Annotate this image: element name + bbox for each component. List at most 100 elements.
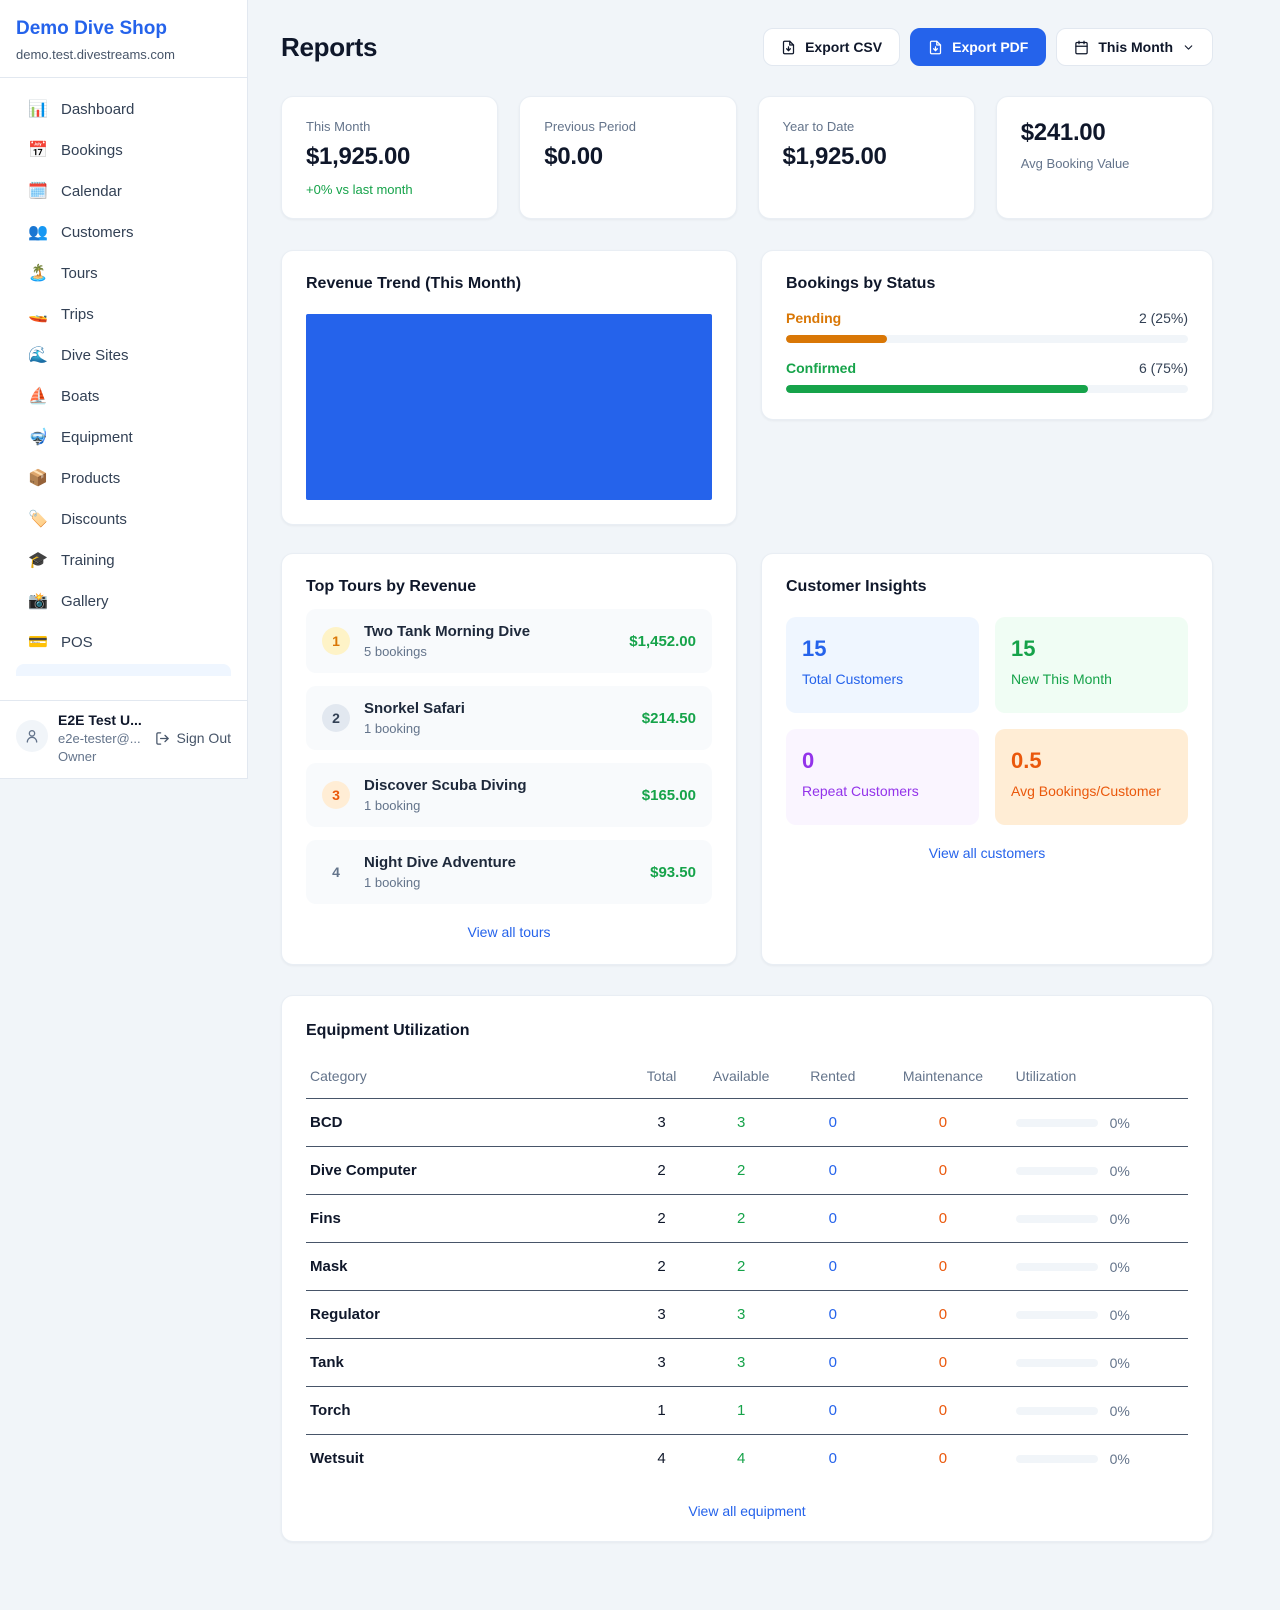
- insights-row: Top Tours by Revenue 1 Two Tank Morning …: [281, 553, 1213, 965]
- stat-label: Previous Period: [544, 119, 711, 134]
- export-pdf-button[interactable]: Export PDF: [910, 28, 1046, 66]
- cell-available: 2: [691, 1243, 792, 1291]
- stat-value: $1,925.00: [783, 143, 950, 171]
- cell-available: 3: [691, 1339, 792, 1387]
- cell-rented: 0: [791, 1387, 874, 1435]
- sidebar-nav: 📊 Dashboard 📅 Bookings 🗓️ Calendar 👥 Cus…: [0, 78, 247, 700]
- sidebar-item-discounts[interactable]: 🏷️ Discounts: [12, 500, 235, 538]
- utilization-track: [1016, 1407, 1098, 1415]
- graduation-cap-icon: 🎓: [28, 550, 48, 570]
- tour-bookings: 1 booking: [364, 798, 527, 813]
- tour-list-item: 2 Snorkel Safari 1 booking $214.50: [306, 686, 712, 750]
- cell-total: 1: [632, 1387, 691, 1435]
- sidebar-item-boats[interactable]: ⛵ Boats: [12, 377, 235, 415]
- sidebar-item-equipment[interactable]: 🤿 Equipment: [12, 418, 235, 456]
- cell-utilization: 0%: [1012, 1099, 1188, 1147]
- progress-track: [786, 385, 1188, 393]
- utilization-text: 0%: [1110, 1211, 1130, 1227]
- top-tours-title: Top Tours by Revenue: [306, 578, 712, 596]
- period-dropdown[interactable]: This Month: [1056, 28, 1213, 66]
- view-all-tours-link[interactable]: View all tours: [306, 924, 712, 940]
- tile-value: 15: [802, 636, 963, 662]
- cell-category: Wetsuit: [306, 1435, 632, 1483]
- sign-out-button[interactable]: Sign Out: [155, 730, 231, 746]
- sidebar-item-calendar[interactable]: 🗓️ Calendar: [12, 172, 235, 210]
- tour-bookings: 5 bookings: [364, 644, 530, 659]
- sidebar-item-dive-sites[interactable]: 🌊 Dive Sites: [12, 336, 235, 374]
- cell-total: 3: [632, 1339, 691, 1387]
- status-row-confirmed: Confirmed 6 (75%): [786, 360, 1188, 393]
- chevron-down-icon: [1182, 41, 1195, 54]
- stat-value: $1,925.00: [306, 143, 473, 171]
- cell-total: 3: [632, 1291, 691, 1339]
- speedboat-icon: 🚤: [28, 304, 48, 324]
- sidebar-item-trips[interactable]: 🚤 Trips: [12, 295, 235, 333]
- tile-label: Total Customers: [802, 671, 963, 687]
- tour-name: Discover Scuba Diving: [364, 777, 527, 794]
- cell-rented: 0: [791, 1243, 874, 1291]
- equipment-utilization-title: Equipment Utilization: [306, 1022, 1188, 1040]
- cell-category: Torch: [306, 1387, 632, 1435]
- tile-value: 15: [1011, 636, 1172, 662]
- tour-revenue: $93.50: [650, 864, 696, 881]
- stat-card-previous-period: Previous Period $0.00: [519, 96, 736, 219]
- sidebar-item-label: Training: [61, 552, 115, 569]
- cell-maintenance: 0: [874, 1243, 1011, 1291]
- tag-icon: 🏷️: [28, 509, 48, 529]
- tour-list-item: 3 Discover Scuba Diving 1 booking $165.0…: [306, 763, 712, 827]
- cell-rented: 0: [791, 1339, 874, 1387]
- tile-label: Repeat Customers: [802, 783, 963, 799]
- utilization-track: [1016, 1215, 1098, 1223]
- sidebar-item-products[interactable]: 📦 Products: [12, 459, 235, 497]
- equipment-table: Category Total Available Rented Maintena…: [306, 1058, 1188, 1483]
- sidebar-item-tours[interactable]: 🏝️ Tours: [12, 254, 235, 292]
- utilization-text: 0%: [1110, 1307, 1130, 1323]
- cell-category: Regulator: [306, 1291, 632, 1339]
- cell-maintenance: 0: [874, 1099, 1011, 1147]
- progress-track: [786, 335, 1188, 343]
- progress-fill: [786, 385, 1088, 393]
- table-row: Tank33000%: [306, 1339, 1188, 1387]
- brand-block[interactable]: Demo Dive Shop demo.test.divestreams.com: [0, 0, 247, 78]
- sidebar-item-customers[interactable]: 👥 Customers: [12, 213, 235, 251]
- cell-utilization: 0%: [1012, 1291, 1188, 1339]
- cell-rented: 0: [791, 1147, 874, 1195]
- sidebar-item-pos[interactable]: 💳 POS: [12, 623, 235, 661]
- cell-total: 3: [632, 1099, 691, 1147]
- sidebar-item-gallery[interactable]: 📸 Gallery: [12, 582, 235, 620]
- sidebar-item-reports-partial[interactable]: [16, 664, 231, 676]
- person-icon: [24, 728, 40, 744]
- spiral-calendar-icon: 🗓️: [28, 181, 48, 201]
- cell-maintenance: 0: [874, 1435, 1011, 1483]
- cell-maintenance: 0: [874, 1195, 1011, 1243]
- top-tours-card: Top Tours by Revenue 1 Two Tank Morning …: [281, 553, 737, 965]
- utilization-text: 0%: [1110, 1259, 1130, 1275]
- tour-list-item: 4 Night Dive Adventure 1 booking $93.50: [306, 840, 712, 904]
- stat-card-this-month: This Month $1,925.00 +0% vs last month: [281, 96, 498, 219]
- bookings-by-status-card: Bookings by Status Pending 2 (25%) Confi…: [761, 250, 1213, 420]
- cell-maintenance: 0: [874, 1387, 1011, 1435]
- wave-icon: 🌊: [28, 345, 48, 365]
- cell-rented: 0: [791, 1195, 874, 1243]
- user-role: Owner: [58, 749, 142, 764]
- sidebar-item-label: Calendar: [61, 183, 122, 200]
- view-all-customers-link[interactable]: View all customers: [786, 845, 1188, 861]
- col-total: Total: [632, 1058, 691, 1099]
- main-content: Reports Export CSV Export PDF: [248, 0, 1280, 1582]
- export-csv-button[interactable]: Export CSV: [763, 28, 900, 66]
- tile-value: 0: [802, 748, 963, 774]
- cell-utilization: 0%: [1012, 1435, 1188, 1483]
- progress-fill: [786, 335, 887, 343]
- page-title: Reports: [281, 32, 377, 63]
- table-row: Regulator33000%: [306, 1291, 1188, 1339]
- sidebar-item-dashboard[interactable]: 📊 Dashboard: [12, 90, 235, 128]
- reports-page: Demo Dive Shop demo.test.divestreams.com…: [0, 0, 1280, 1610]
- view-all-equipment-link[interactable]: View all equipment: [306, 1503, 1188, 1519]
- rank-badge: 2: [322, 704, 350, 732]
- sidebar-user-footer: E2E Test U... e2e-tester@... Owner Sign …: [0, 700, 247, 778]
- stat-label: Year to Date: [783, 119, 950, 134]
- cell-utilization: 0%: [1012, 1243, 1188, 1291]
- col-available: Available: [691, 1058, 792, 1099]
- sidebar-item-training[interactable]: 🎓 Training: [12, 541, 235, 579]
- sidebar-item-bookings[interactable]: 📅 Bookings: [12, 131, 235, 169]
